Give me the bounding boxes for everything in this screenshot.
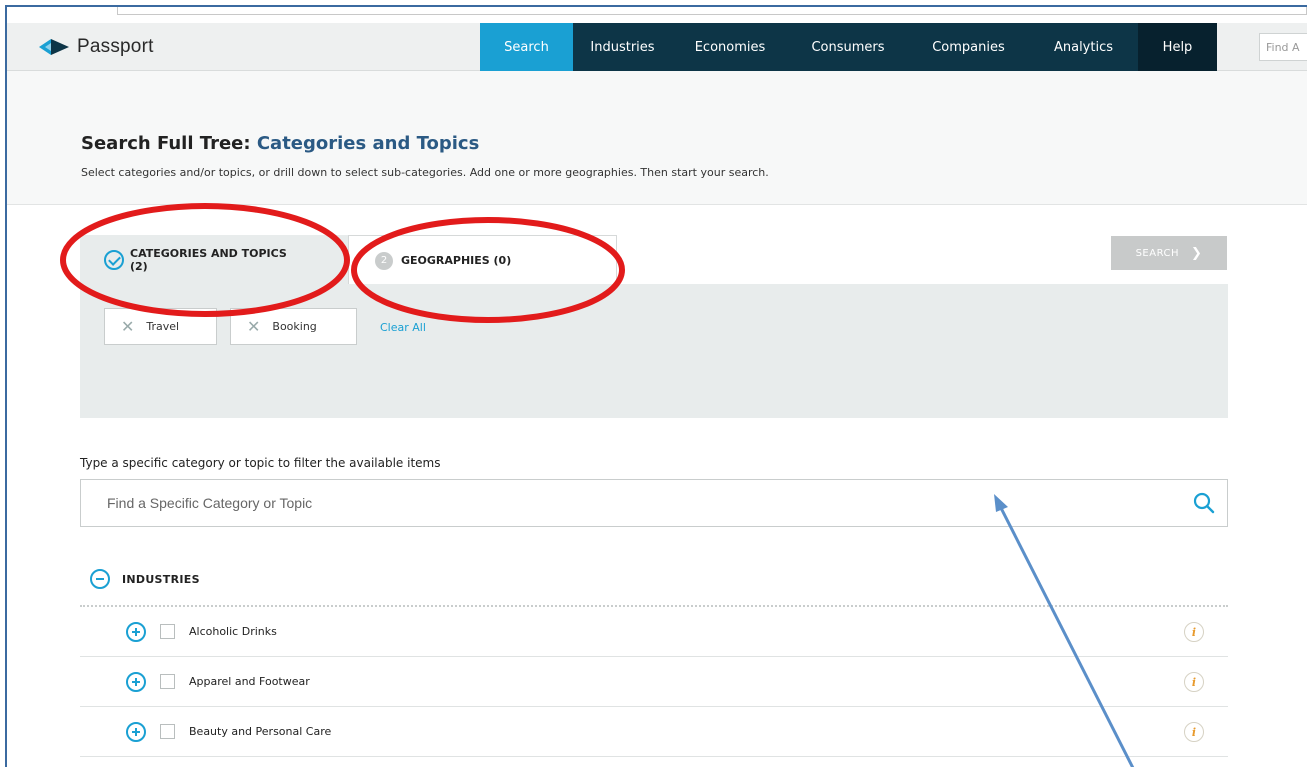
tree-row: Beauty and Personal Care i [80,707,1228,757]
search-button[interactable]: SEARCH ❯ [1111,236,1227,270]
row-checkbox[interactable] [160,624,175,639]
page-title: Search Full Tree: Categories and Topics [81,133,479,154]
collapse-icon[interactable] [90,569,110,589]
address-bar[interactable] [117,7,1307,15]
row-label: Apparel and Footwear [189,675,310,688]
row-checkbox[interactable] [160,674,175,689]
info-icon[interactable]: i [1184,622,1204,642]
page-title-accent: Categories and Topics [256,133,480,154]
section-label: INDUSTRIES [122,572,200,586]
nav-companies[interactable]: Companies [908,23,1029,71]
page-header: Search Full Tree: Categories and Topics … [7,71,1307,205]
chip-travel[interactable]: ✕ Travel [104,308,217,345]
page-title-prefix: Search Full Tree: [81,133,251,154]
clear-all-link[interactable]: Clear All [380,321,426,334]
chevron-right-icon: ❯ [1191,245,1203,261]
tab-categories-label: CATEGORIES AND TOPICS [130,247,287,260]
row-checkbox[interactable] [160,724,175,739]
quick-find-input[interactable]: Find A [1259,33,1307,61]
row-label: Beauty and Personal Care [189,725,332,738]
tree-row: Alcoholic Drinks i [80,607,1228,657]
browser-frame: Passport Search Industries Economies Con… [5,5,1307,767]
tab-categories-count: (2) [130,260,148,273]
selected-items-panel: ✕ Travel ✕ Booking Clear All [80,284,1228,418]
nav-industries[interactable]: Industries [573,23,672,71]
tab-categories-and-topics[interactable]: CATEGORIES AND TOPICS (2) [80,235,348,285]
remove-icon[interactable]: ✕ [247,317,260,336]
nav-analytics[interactable]: Analytics [1029,23,1138,71]
info-icon[interactable]: i [1184,722,1204,742]
step-number-badge: 2 [375,251,393,270]
nav-help[interactable]: Help [1138,23,1217,71]
industries-section-header[interactable]: INDUSTRIES [90,569,200,589]
browser-top-strip [7,7,1307,23]
expand-icon[interactable] [126,721,146,742]
top-navbar: Passport Search Industries Economies Con… [7,23,1307,71]
remove-icon[interactable]: ✕ [121,317,134,336]
check-circle-icon [104,250,124,270]
chip-booking[interactable]: ✕ Booking [230,308,357,345]
search-icon[interactable] [1192,491,1216,515]
tab-geographies-label: GEOGRAPHIES (0) [401,254,512,267]
info-icon[interactable]: i [1184,672,1204,692]
tab-geographies[interactable]: 2 GEOGRAPHIES (0) [348,235,617,285]
passport-logo-icon [39,39,69,55]
filter-label: Type a specific category or topic to fil… [80,456,441,470]
search-button-label: SEARCH [1135,247,1180,259]
page-subtitle: Select categories and/or topics, or dril… [81,166,769,179]
nav-consumers[interactable]: Consumers [788,23,908,71]
tab-categories-label-wrap: CATEGORIES AND TOPICS (2) [130,247,287,273]
passport-logo[interactable]: Passport [37,35,154,59]
app-name: Passport [77,36,154,57]
category-filter-input[interactable] [80,479,1228,527]
expand-icon[interactable] [126,621,146,642]
expand-icon[interactable] [126,671,146,692]
main-nav: Search Industries Economies Consumers Co… [480,23,1217,71]
chip-label: Travel [146,320,180,333]
row-label: Alcoholic Drinks [189,625,277,638]
nav-economies[interactable]: Economies [672,23,788,71]
tree-row: Apparel and Footwear i [80,657,1228,707]
nav-search[interactable]: Search [480,23,573,71]
chip-label: Booking [272,320,317,333]
